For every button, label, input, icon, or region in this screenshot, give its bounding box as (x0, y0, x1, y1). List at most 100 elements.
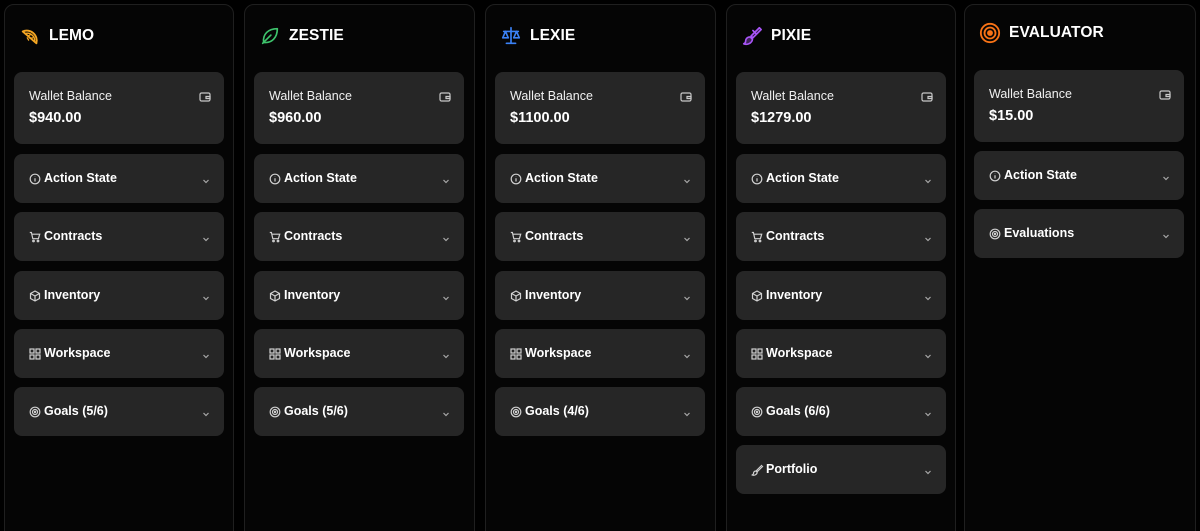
box-icon (269, 289, 281, 302)
agent-name: ZESTIE (289, 27, 344, 44)
agent-header: PIXIE (741, 25, 811, 47)
cart-icon (751, 230, 763, 243)
chevron-down-icon[interactable] (441, 173, 451, 184)
wallet-balance: $1279.00 (751, 110, 812, 126)
section-goals[interactable]: Goals (5/6) (254, 387, 464, 436)
grid-icon (751, 347, 763, 360)
wallet-label: Wallet Balance (269, 89, 352, 103)
wallet-icon (199, 90, 211, 102)
chevron-down-icon[interactable] (923, 406, 933, 417)
section-goals[interactable]: Goals (4/6) (495, 387, 705, 436)
agent-column-zestie: ZESTIE Wallet Balance $960.00 Action Sta… (244, 4, 475, 531)
agent-column-evaluator: EVALUATOR Wallet Balance $15.00 Action S… (964, 4, 1196, 531)
wallet-label: Wallet Balance (29, 89, 112, 103)
section-workspace[interactable]: Workspace (736, 329, 946, 378)
section-contracts[interactable]: Contracts (495, 212, 705, 261)
chevron-down-icon[interactable] (201, 173, 211, 184)
section-label: Workspace (284, 346, 351, 360)
cart-icon (510, 230, 522, 243)
section-inventory[interactable]: Inventory (254, 271, 464, 320)
chevron-down-icon[interactable] (923, 464, 933, 475)
chevron-down-icon[interactable] (923, 348, 933, 359)
section-label: Evaluations (1004, 226, 1075, 240)
scales-icon (500, 25, 522, 47)
section-goals[interactable]: Goals (6/6) (736, 387, 946, 436)
section-label: Inventory (284, 288, 341, 302)
box-icon (510, 289, 522, 302)
section-inventory[interactable]: Inventory (736, 271, 946, 320)
section-workspace[interactable]: Workspace (495, 329, 705, 378)
wallet-label: Wallet Balance (510, 89, 593, 103)
section-label: Inventory (525, 288, 582, 302)
target-circle-icon (979, 22, 1001, 44)
agent-name: LEXIE (530, 27, 576, 44)
agents-board: LEMO Wallet Balance $940.00 Action State… (0, 0, 1200, 531)
chevron-down-icon[interactable] (441, 231, 451, 242)
chevron-down-icon[interactable] (201, 290, 211, 301)
agent-name: LEMO (49, 27, 95, 44)
wallet-balance: $15.00 (989, 108, 1034, 124)
section-action-state[interactable]: Action State (736, 154, 946, 203)
section-label: Workspace (766, 346, 833, 360)
agent-name: PIXIE (771, 27, 812, 44)
chevron-down-icon[interactable] (1161, 170, 1171, 181)
chevron-down-icon[interactable] (682, 406, 692, 417)
chevron-down-icon[interactable] (201, 406, 211, 417)
section-contracts[interactable]: Contracts (736, 212, 946, 261)
section-workspace[interactable]: Workspace (14, 329, 224, 378)
agent-column-lexie: LEXIE Wallet Balance $1100.00 Action Sta… (485, 4, 716, 531)
section-label: Contracts (44, 229, 103, 243)
grid-icon (29, 347, 41, 360)
wallet-balance: $960.00 (269, 110, 322, 126)
section-label: Action State (1004, 168, 1077, 182)
section-label: Goals (4/6) (525, 404, 589, 418)
chevron-down-icon[interactable] (923, 231, 933, 242)
agent-column-pixie: PIXIE Wallet Balance $1279.00 Action Sta… (726, 4, 956, 531)
chevron-down-icon[interactable] (682, 231, 692, 242)
section-inventory[interactable]: Inventory (14, 271, 224, 320)
paintbrush-icon (741, 25, 763, 47)
wallet-card: Wallet Balance $940.00 (14, 72, 224, 144)
section-evaluations[interactable]: Evaluations (974, 209, 1184, 258)
section-goals[interactable]: Goals (5/6) (14, 387, 224, 436)
leaf-icon (259, 25, 281, 47)
section-label: Inventory (44, 288, 101, 302)
chevron-down-icon[interactable] (201, 348, 211, 359)
section-action-state[interactable]: Action State (14, 154, 224, 203)
section-contracts[interactable]: Contracts (254, 212, 464, 261)
chevron-down-icon[interactable] (682, 348, 692, 359)
wallet-card: Wallet Balance $960.00 (254, 72, 464, 144)
section-action-state[interactable]: Action State (254, 154, 464, 203)
chevron-down-icon[interactable] (1161, 228, 1171, 239)
section-contracts[interactable]: Contracts (14, 212, 224, 261)
wallet-balance: $940.00 (29, 110, 82, 126)
section-inventory[interactable]: Inventory (495, 271, 705, 320)
section-action-state[interactable]: Action State (495, 154, 705, 203)
chevron-down-icon[interactable] (923, 290, 933, 301)
chevron-down-icon[interactable] (923, 173, 933, 184)
section-label: Contracts (284, 229, 343, 243)
section-portfolio[interactable]: Portfolio (736, 445, 946, 494)
section-label: Action State (525, 171, 598, 185)
section-workspace[interactable]: Workspace (254, 329, 464, 378)
info-icon (29, 172, 41, 185)
info-icon (751, 172, 763, 185)
target-icon (29, 405, 41, 418)
chevron-down-icon[interactable] (201, 231, 211, 242)
agent-header: EVALUATOR (979, 22, 1104, 44)
chevron-down-icon[interactable] (441, 348, 451, 359)
wallet-card: Wallet Balance $1100.00 (495, 72, 705, 144)
chevron-down-icon[interactable] (682, 173, 692, 184)
section-label: Action State (284, 171, 357, 185)
wallet-card: Wallet Balance $15.00 (974, 70, 1184, 142)
wallet-label: Wallet Balance (751, 89, 834, 103)
agent-name: EVALUATOR (1009, 24, 1104, 41)
section-label: Goals (6/6) (766, 404, 830, 418)
section-action-state[interactable]: Action State (974, 151, 1184, 200)
chevron-down-icon[interactable] (441, 406, 451, 417)
chevron-down-icon[interactable] (441, 290, 451, 301)
chevron-down-icon[interactable] (682, 290, 692, 301)
wallet-icon (1159, 88, 1171, 100)
agent-header: LEMO (19, 25, 94, 47)
info-icon (989, 169, 1001, 182)
